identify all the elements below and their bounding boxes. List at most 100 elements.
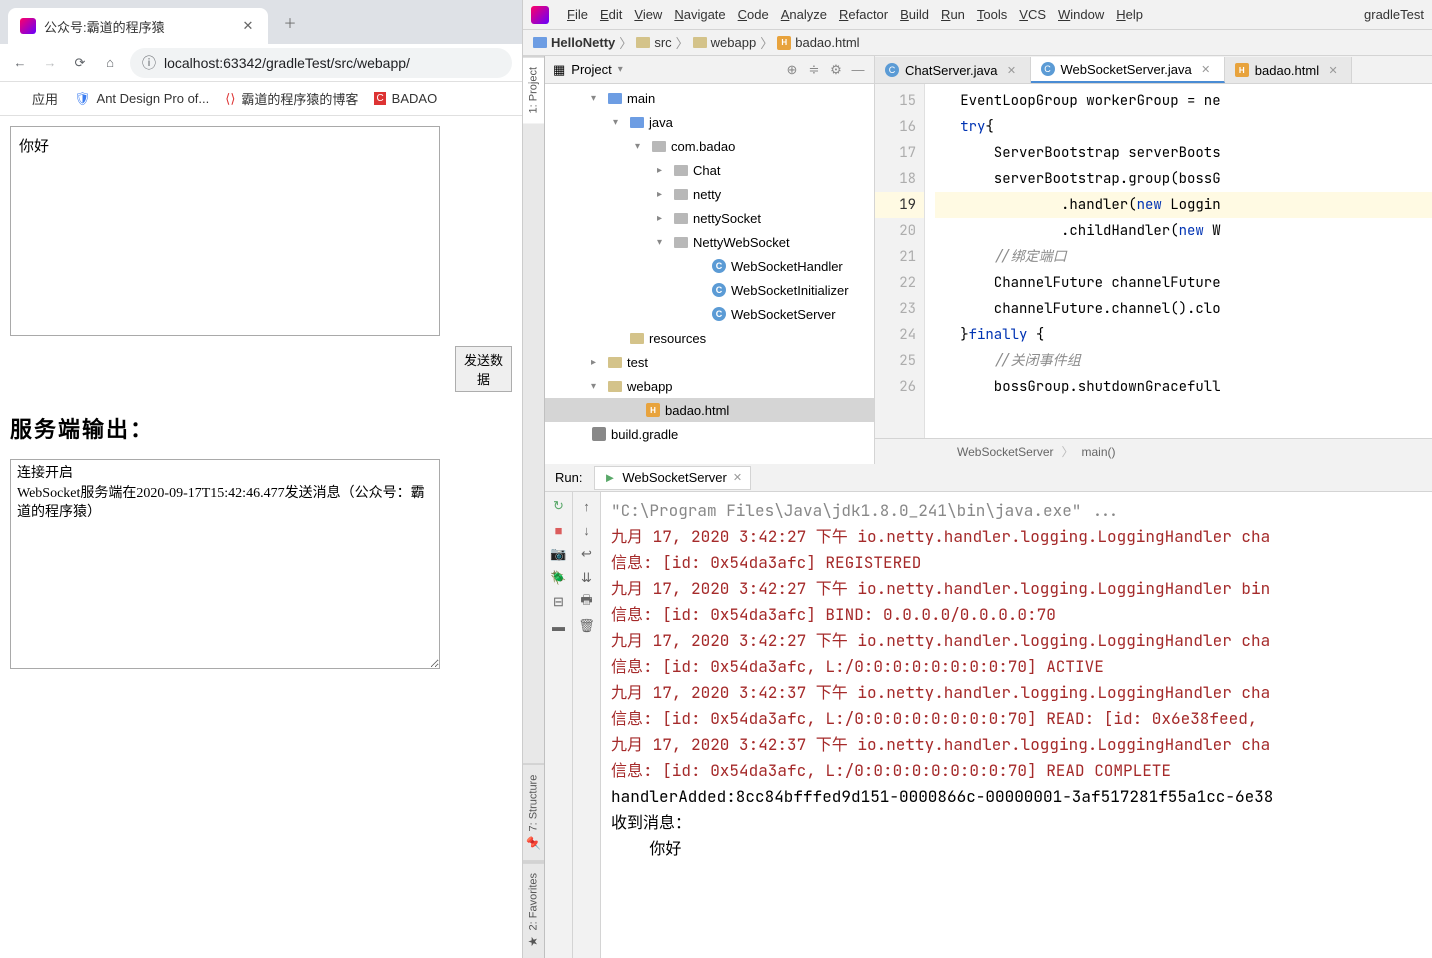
menu-run[interactable]: Run bbox=[941, 7, 965, 22]
print-icon[interactable]: 🖶 bbox=[579, 594, 595, 610]
tree-row[interactable]: ▾com.badao bbox=[545, 134, 874, 158]
message-input[interactable] bbox=[10, 126, 440, 336]
breadcrumb-item[interactable]: Hbadao.html bbox=[777, 35, 859, 50]
tree-row[interactable]: CWebSocketServer bbox=[545, 302, 874, 326]
tool-label: 7: Structure bbox=[528, 775, 540, 832]
breadcrumb-item[interactable]: src bbox=[636, 35, 671, 50]
breadcrumb-item[interactable]: HelloNetty bbox=[533, 35, 615, 50]
send-button[interactable]: 发送数据 bbox=[455, 346, 512, 392]
code-lines[interactable]: EventLoopGroup workerGroup = ne try{ Ser… bbox=[925, 84, 1432, 438]
breadcrumb-method[interactable]: main() bbox=[1082, 445, 1116, 459]
exit-icon[interactable]: ⊟ bbox=[551, 594, 567, 610]
tree-row[interactable]: Hbadao.html bbox=[545, 398, 874, 422]
scroll-icon[interactable]: ⇊ bbox=[579, 570, 595, 586]
apps-bookmark[interactable]: 应用 bbox=[10, 89, 58, 108]
c-icon: C bbox=[374, 92, 385, 105]
tree-row[interactable]: CWebSocketHandler bbox=[545, 254, 874, 278]
blog-bookmark[interactable]: ⟨⟩ 霸道的程序猿的博客 bbox=[225, 89, 358, 108]
back-button[interactable]: ← bbox=[10, 53, 30, 73]
run-tab-label: WebSocketServer bbox=[622, 470, 727, 485]
file-tab[interactable]: Hbadao.html✕ bbox=[1225, 57, 1352, 83]
tool-label: 2: Favorites bbox=[528, 873, 540, 930]
down-icon[interactable]: ↓ bbox=[579, 522, 595, 538]
project-tree: ▾main▾java▾com.badao▸Chat▸netty▸nettySoc… bbox=[545, 84, 874, 464]
tree-row[interactable]: ▸Chat bbox=[545, 158, 874, 182]
collapse-icon[interactable]: ≑ bbox=[806, 62, 822, 78]
ide-window: File Edit View Navigate Code Analyze Refactor B… bbox=[523, 0, 1432, 958]
file-tab[interactable]: CWebSocketServer.java✕ bbox=[1031, 57, 1225, 83]
folder-icon bbox=[533, 37, 547, 48]
project-tool-tab[interactable]: 1: Project bbox=[523, 56, 544, 123]
breadcrumb-label: badao.html bbox=[795, 35, 859, 50]
nav-bar: ← → ⟳ ⌂ ⓘ localhost:63342/gradleTest/src… bbox=[0, 44, 522, 82]
tree-row[interactable]: ▾webapp bbox=[545, 374, 874, 398]
hide-icon[interactable]: — bbox=[850, 62, 866, 78]
menu-code[interactable]: Code bbox=[738, 7, 769, 22]
console-output[interactable]: "C:\Program Files\Java\jdk1.8.0_241\bin\… bbox=[601, 492, 1432, 958]
tree-row[interactable]: ▸netty bbox=[545, 182, 874, 206]
tree-row[interactable]: ▸nettySocket bbox=[545, 206, 874, 230]
stop-icon[interactable]: ■ bbox=[551, 522, 567, 538]
badao-bookmark[interactable]: C BADAO bbox=[374, 91, 437, 106]
editor-panel: CChatServer.java✕CWebSocketServer.java✕H… bbox=[875, 56, 1432, 464]
run-label: Run: bbox=[555, 470, 582, 485]
layout-icon[interactable]: ▬ bbox=[551, 618, 567, 634]
tree-row[interactable]: ▾java bbox=[545, 110, 874, 134]
tree-row[interactable]: CWebSocketInitializer bbox=[545, 278, 874, 302]
structure-tool-tab[interactable]: 📌7: Structure bbox=[523, 764, 544, 862]
address-bar[interactable]: ⓘ localhost:63342/gradleTest/src/webapp/ bbox=[130, 48, 512, 78]
up-icon[interactable]: ↑ bbox=[579, 498, 595, 514]
menu-tools[interactable]: Tools bbox=[977, 7, 1007, 22]
bookmark-bar: 应用 🛡 Ant Design Pro of... ⟨⟩ 霸道的程序猿的博客 C… bbox=[0, 82, 522, 116]
tree-row[interactable]: ▾main bbox=[545, 86, 874, 110]
menu-analyze[interactable]: Analyze bbox=[781, 7, 827, 22]
menu-build[interactable]: Build bbox=[900, 7, 929, 22]
folder-icon bbox=[636, 37, 650, 48]
new-tab-button[interactable]: ＋ bbox=[276, 8, 304, 36]
rerun-icon[interactable]: ↻ bbox=[551, 498, 567, 514]
wrap-icon[interactable]: ↩ bbox=[579, 546, 595, 562]
reload-button[interactable]: ⟳ bbox=[70, 53, 90, 73]
chevron-down-icon[interactable]: ▾ bbox=[618, 64, 623, 75]
tree-row[interactable]: build.gradle bbox=[545, 422, 874, 446]
menu-view[interactable]: View bbox=[634, 7, 662, 22]
menu-edit[interactable]: Edit bbox=[600, 7, 622, 22]
browser-window: 公众号:霸道的程序猿 ✕ ＋ ← → ⟳ ⌂ ⓘ localhost:63342… bbox=[0, 0, 523, 958]
menu-file[interactable]: File bbox=[567, 7, 588, 22]
menu-vcs[interactable]: VCS bbox=[1019, 7, 1046, 22]
output-textarea[interactable] bbox=[10, 459, 440, 669]
browser-tab[interactable]: 公众号:霸道的程序猿 ✕ bbox=[8, 8, 268, 44]
close-icon[interactable]: ✕ bbox=[240, 18, 256, 34]
apps-icon bbox=[10, 91, 26, 107]
tree-row[interactable]: resources bbox=[545, 326, 874, 350]
file-tabs: CChatServer.java✕CWebSocketServer.java✕H… bbox=[875, 56, 1432, 84]
tab-title: 公众号:霸道的程序猿 bbox=[44, 17, 232, 36]
ant-bookmark[interactable]: 🛡 Ant Design Pro of... bbox=[74, 91, 209, 107]
forward-button[interactable]: → bbox=[40, 53, 60, 73]
menu-refactor[interactable]: Refactor bbox=[839, 7, 888, 22]
settings-icon[interactable]: ⚙ bbox=[828, 62, 844, 78]
gutter: 151617181920212223242526 bbox=[875, 84, 925, 438]
camera-icon[interactable]: 📷 bbox=[551, 546, 567, 562]
menu-navigate[interactable]: Navigate bbox=[674, 7, 725, 22]
code-area[interactable]: 151617181920212223242526 EventLoopGroup … bbox=[875, 84, 1432, 438]
file-tab[interactable]: CChatServer.java✕ bbox=[875, 57, 1031, 83]
bookmark-label: BADAO bbox=[392, 91, 438, 106]
breadcrumb-class[interactable]: WebSocketServer bbox=[957, 445, 1054, 459]
breadcrumb-item[interactable]: webapp bbox=[693, 35, 757, 50]
menu-help[interactable]: Help bbox=[1116, 7, 1143, 22]
project-panel: ▦ Project ▾ ⊕ ≑ ⚙ — ▾main▾java▾com.badao… bbox=[545, 56, 875, 464]
close-icon[interactable]: ✕ bbox=[733, 471, 742, 484]
favorites-tool-tab[interactable]: ★2: Favorites bbox=[523, 862, 544, 958]
chevron-icon: 〉 bbox=[1062, 443, 1074, 460]
target-icon[interactable]: ⊕ bbox=[784, 62, 800, 78]
run-tab[interactable]: ► WebSocketServer ✕ bbox=[594, 466, 751, 490]
tree-row[interactable]: ▾NettyWebSocket bbox=[545, 230, 874, 254]
browser-tab-bar: 公众号:霸道的程序猿 ✕ ＋ bbox=[0, 0, 522, 44]
panel-title: Project bbox=[571, 62, 611, 77]
tree-row[interactable]: ▸test bbox=[545, 350, 874, 374]
trash-icon[interactable]: 🗑 bbox=[579, 618, 595, 634]
home-button[interactable]: ⌂ bbox=[100, 53, 120, 73]
bug-icon[interactable]: 🪲 bbox=[551, 570, 567, 586]
menu-window[interactable]: Window bbox=[1058, 7, 1104, 22]
